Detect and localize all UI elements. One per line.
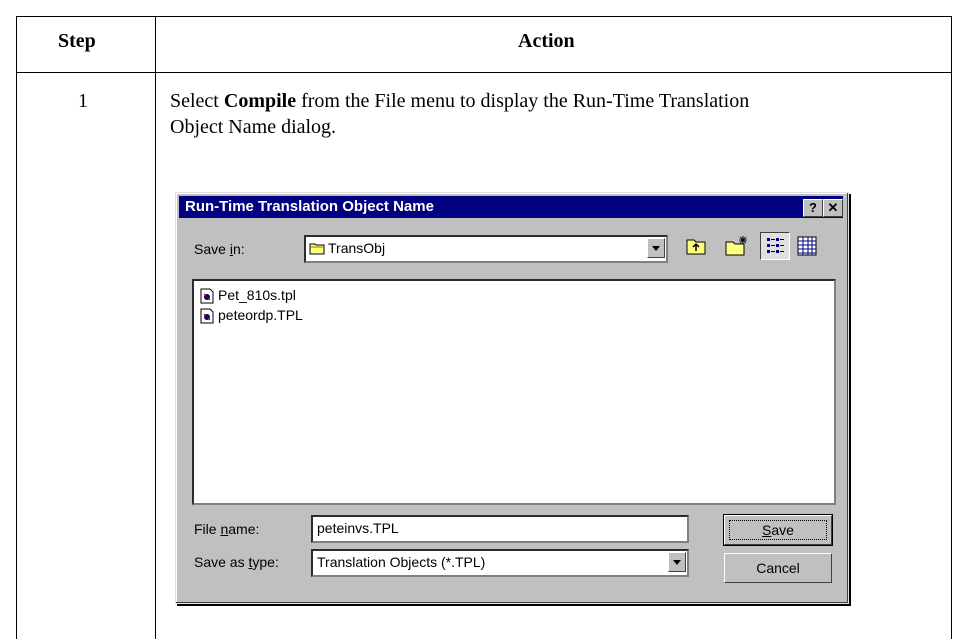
header-row-divider [16,72,952,73]
details-view-icon[interactable] [792,232,822,260]
new-folder-icon[interactable] [721,232,751,260]
up-folder-icon[interactable] [681,232,711,260]
step-number: 1 [78,90,88,112]
close-button[interactable]: ✕ [823,199,843,217]
table-left-border [16,16,17,639]
dialog-title: Run-Time Translation Object Name [185,198,434,215]
list-item[interactable]: Pet_810s.tpl [200,285,296,305]
column-divider [155,16,156,639]
table-top-border [16,16,952,17]
save-dialog: Run-Time Translation Object Name ? ✕ Sav… [175,192,849,604]
instruction-text-pre: Select [170,90,224,112]
file-name: peteordp.TPL [218,307,303,323]
save-as-type-combo[interactable]: Translation Objects (*.TPL) [311,549,689,577]
save-as-type-label: Save as type: [194,554,279,570]
help-button[interactable]: ? [803,199,823,217]
save-as-type-value: Translation Objects (*.TPL) [317,554,486,570]
save-in-value: TransObj [328,240,386,256]
save-in-dropdown-button[interactable] [647,238,665,258]
file-list[interactable]: Pet_810s.tpl peteordp.TPL [192,279,836,505]
cancel-button[interactable]: Cancel [724,553,832,583]
list-view-icon[interactable] [760,232,790,260]
save-in-label: Save in: [194,241,245,257]
instruction-keyword: Compile [223,90,297,112]
template-file-icon [200,308,214,324]
list-item[interactable]: peteordp.TPL [200,305,303,325]
file-name: Pet_810s.tpl [218,287,296,303]
column-header-action: Action [518,30,575,52]
file-name-value: peteinvs.TPL [317,520,399,536]
table-right-border [951,16,952,639]
focus-indicator [729,520,827,540]
column-header-step: Step [58,30,96,52]
file-name-label: File name: [194,521,260,537]
folder-icon [309,241,325,258]
file-name-input[interactable]: peteinvs.TPL [311,515,689,543]
save-as-type-dropdown-button[interactable] [668,552,686,572]
step-instruction: Select Compile from the File menu to dis… [170,88,790,140]
save-in-combo[interactable]: TransObj [304,235,668,263]
save-button[interactable]: Save [723,514,833,546]
template-file-icon [200,288,214,304]
dialog-titlebar: Run-Time Translation Object Name ? ✕ [179,196,843,218]
